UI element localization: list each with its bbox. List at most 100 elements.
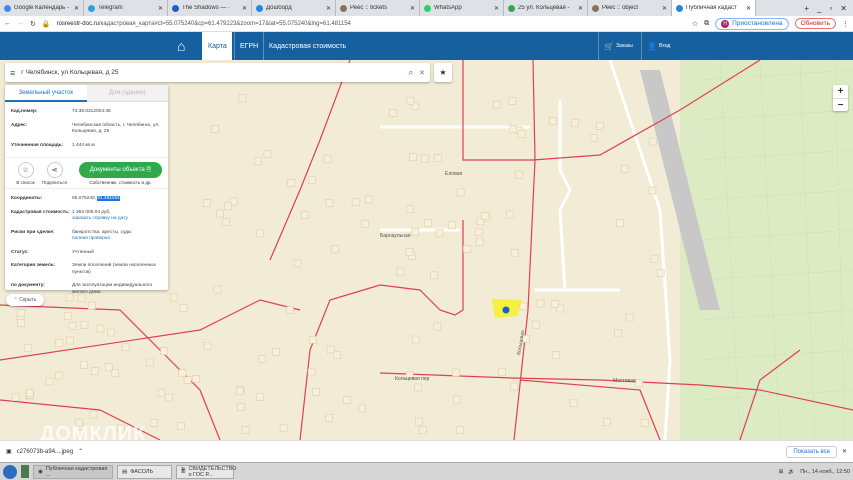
orders-button[interactable]: 🛒 Заказы <box>598 32 638 60</box>
clock[interactable]: Пн., 14 нояб., 12:50 <box>800 469 850 475</box>
nav-cadastral-cost[interactable]: Кадастровая стоимость <box>263 32 351 60</box>
house <box>68 322 77 330</box>
house <box>414 383 422 392</box>
lock-icon: 🔒 <box>41 20 51 28</box>
bookmark-star-icon[interactable]: ☆ <box>692 20 698 28</box>
house <box>213 285 222 294</box>
hide-card-button[interactable]: ⌃ Скрыть <box>6 294 44 306</box>
close-tab-icon[interactable]: ✕ <box>326 5 331 12</box>
share-button[interactable]: ⋖ Поделиться <box>40 162 69 185</box>
house <box>11 393 20 402</box>
taskbar-item-document[interactable]: 🗎 СВИДЕТЕЛЬСТВО о ГОС Р... <box>176 464 236 479</box>
clear-icon[interactable]: ✕ <box>419 69 425 77</box>
favorites-button[interactable]: ★ <box>434 63 452 82</box>
house <box>211 125 219 133</box>
browser-tab[interactable]: Публичная кадаст ✕ <box>672 0 756 16</box>
tab-building[interactable]: Дом (здание) <box>86 85 168 102</box>
house <box>365 195 373 204</box>
zoom-out-button[interactable]: − <box>833 98 848 111</box>
calculator-icon[interactable] <box>21 465 29 478</box>
close-window-icon[interactable]: ✕ <box>840 4 847 13</box>
volume-icon[interactable]: 🔊 <box>788 469 795 475</box>
taskbar-item-folder[interactable]: ▤ ФАСОЛЬ <box>117 464 172 479</box>
browser-tab[interactable]: Реес :: object ✕ <box>588 0 672 16</box>
close-icon[interactable]: ✕ <box>842 448 847 455</box>
area-label: Уточненная площадь: <box>11 142 64 148</box>
tab-title: The Shadows — · <box>182 5 231 11</box>
tab-favicon-icon <box>592 4 599 12</box>
browser-tab[interactable]: The Shadows — · ✕ <box>168 0 252 16</box>
house <box>648 137 657 146</box>
tab-favicon-icon <box>88 4 95 12</box>
house <box>424 219 432 227</box>
house <box>241 426 250 434</box>
zoom-in-button[interactable]: + <box>833 85 848 98</box>
close-tab-icon[interactable]: ✕ <box>158 5 163 12</box>
search-icon[interactable]: ⌕ <box>409 68 413 78</box>
tab-title: Telegram <box>98 5 123 11</box>
chrome-icon: ◉ <box>38 468 43 475</box>
profile-button[interactable]: Н Приостановлена <box>715 17 789 30</box>
update-button[interactable]: Обновить <box>794 18 836 29</box>
docs-subtitle: Собственник, стоимость и др. <box>89 180 152 185</box>
forward-icon[interactable]: → <box>17 20 24 27</box>
browser-tab[interactable]: Telegram ✕ <box>84 0 168 16</box>
house <box>254 157 262 166</box>
house <box>434 154 442 162</box>
house <box>510 382 518 391</box>
house <box>406 205 414 214</box>
browser-tab[interactable]: Дошборд ✕ <box>252 0 336 16</box>
category-value: Земли поселений (земли населенных пункто… <box>72 263 157 275</box>
share-label: Поделиться <box>42 180 67 185</box>
browser-tab[interactable]: Реес :: tickets ✕ <box>336 0 420 16</box>
browser-tab[interactable]: WhatsApp ✕ <box>420 0 504 16</box>
close-tab-icon[interactable]: ✕ <box>410 5 415 12</box>
close-tab-icon[interactable]: ✕ <box>242 5 247 12</box>
start-button[interactable] <box>3 464 17 479</box>
object-documents-button[interactable]: Документы объекта 🗎 <box>79 162 162 178</box>
download-item[interactable]: c276073b-a94....jpeg <box>17 449 73 455</box>
minimize-icon[interactable]: _ <box>817 4 821 13</box>
menu-icon[interactable]: ≡ <box>10 68 15 78</box>
taskbar-item-chrome[interactable]: ◉ Публичная кадастровая ... <box>33 464 113 479</box>
nav-map[interactable]: Карта <box>202 32 232 60</box>
tab-land-plot[interactable]: Земельный участок <box>5 85 87 102</box>
close-tab-icon[interactable]: ✕ <box>74 5 79 12</box>
reload-icon[interactable]: ↻ <box>30 20 36 28</box>
close-tab-icon[interactable]: ✕ <box>746 5 751 12</box>
full-check-link[interactable]: полная проверка <box>72 236 110 241</box>
nav-egrn[interactable]: ЕГРН <box>234 32 263 60</box>
order-certificate-link[interactable]: заказать справку на дату <box>72 216 128 221</box>
search-input[interactable]: г Челябинск, ул Кольцевая, д 25 <box>21 69 402 76</box>
house <box>178 369 187 377</box>
browser-tab[interactable]: Google Календарь - ✕ <box>0 0 84 16</box>
house <box>90 367 99 375</box>
url-input[interactable]: rosreestr-doc.ru/кадастровая_карта#ct=55… <box>57 21 686 27</box>
browser-tab[interactable]: 25 ул. Кольцевая - ✕ <box>504 0 588 16</box>
show-all-button[interactable]: Показать все <box>786 445 837 458</box>
avatar: Н <box>721 19 730 28</box>
network-icon[interactable]: ⊞ <box>779 469 784 475</box>
cad-number-link[interactable]: 74:36:0312004:45 <box>72 109 162 116</box>
house <box>164 393 173 402</box>
home-icon[interactable]: ⌂ <box>172 32 190 60</box>
house <box>203 199 211 207</box>
restore-icon[interactable]: ▫ <box>829 4 832 13</box>
back-icon[interactable]: ← <box>4 20 11 27</box>
house <box>405 248 414 256</box>
close-tab-icon[interactable]: ✕ <box>494 5 499 12</box>
close-tab-icon[interactable]: ✕ <box>578 5 583 12</box>
house <box>89 410 98 419</box>
tab-title: Дошборд <box>266 5 292 11</box>
house <box>107 328 115 337</box>
menu-icon[interactable]: ⋮ <box>842 20 849 28</box>
site-header: ⌂ Карта ЕГРН Кадастровая стоимость 🛒 Зака… <box>0 32 853 60</box>
login-button[interactable]: 👤 Вход <box>641 32 675 60</box>
addr-value: Челябинская область, г. Челябинск, ул. К… <box>72 122 160 135</box>
close-tab-icon[interactable]: ✕ <box>662 5 667 12</box>
extensions-icon[interactable]: ⧉ <box>704 20 709 28</box>
new-tab-icon[interactable]: + <box>804 4 809 13</box>
risk-label: Риски при сделке: <box>11 229 55 235</box>
chevron-up-icon[interactable]: ⌃ <box>78 448 83 455</box>
add-to-list-button[interactable]: ☆ В список <box>11 162 40 185</box>
